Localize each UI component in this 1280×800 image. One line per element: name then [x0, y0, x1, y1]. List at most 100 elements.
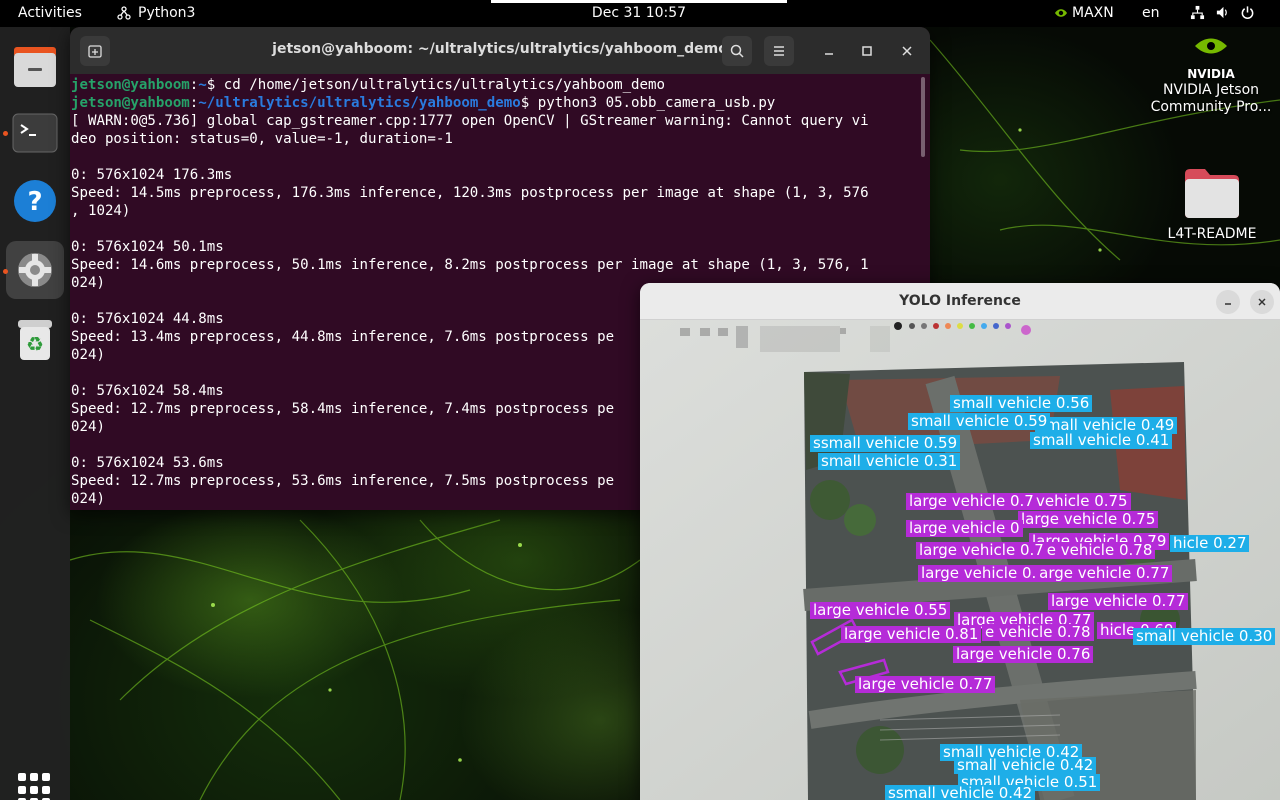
large-vehicle-label: vehicle 0.75	[1033, 493, 1131, 510]
large-vehicle-label: large vehicle 0	[906, 520, 1023, 537]
search-icon	[730, 44, 744, 58]
terminal-line: 0: 576x1024 50.1ms	[71, 239, 224, 255]
prompt-user: jetson@yahboom	[71, 77, 190, 93]
small-vehicle-label: small vehicle 0.59	[908, 413, 1051, 430]
minimize-icon	[825, 53, 833, 55]
svg-text:NVIDIA: NVIDIA	[1187, 67, 1235, 81]
show-applications-button[interactable]	[18, 773, 52, 800]
terminal-title: jetson@yahboom: ~/ultralytics/ultralytic…	[272, 41, 728, 57]
terminal-line: 0: 576x1024 176.3ms	[71, 167, 233, 183]
clock: Dec 31 10:57	[591, 5, 687, 21]
python-app-icon	[117, 6, 131, 20]
prompt-path: ~	[198, 77, 207, 93]
maximize-button[interactable]	[852, 36, 882, 66]
network-wired-icon	[1190, 5, 1205, 20]
prompt-path: ~/ultralytics/ultralytics/yahboom_demo	[198, 95, 521, 111]
search-button[interactable]	[722, 36, 752, 66]
svg-text:♻: ♻	[26, 332, 44, 356]
camera-frame: small vehicle 0.56 small vehicle 0.49 smal…	[640, 320, 1280, 800]
small-vehicle-label: small vehicle 0.41	[1030, 432, 1173, 449]
power-mode-label: MAXN	[1072, 5, 1114, 21]
new-tab-icon	[88, 45, 102, 58]
terminal-line: Speed: 14.6ms preprocess, 50.1ms inferen…	[71, 257, 869, 273]
prompt-user: jetson@yahboom	[71, 95, 190, 111]
folder-icon	[1185, 169, 1239, 218]
top-bar: Activities Python3 Dec 31 10:57 MAXN en	[0, 0, 1280, 27]
app-menu[interactable]: Python3	[116, 5, 195, 21]
trash-icon: ♻	[18, 320, 52, 360]
dock-settings[interactable]	[6, 241, 64, 299]
large-vehicle-label: large vehicle 0.7	[916, 542, 1047, 559]
close-button[interactable]	[892, 36, 922, 66]
yolo-titlebar[interactable]: YOLO Inference	[640, 283, 1280, 320]
hamburger-menu-icon	[774, 46, 784, 56]
small-vehicle-label: small vehicle 0.42	[954, 757, 1097, 774]
large-vehicle-label: large vehicle 0.	[918, 565, 1040, 582]
nvidia-logo-icon: NVIDIA	[1187, 38, 1235, 81]
large-vehicle-label: large vehicle 0.55	[810, 602, 951, 619]
large-vehicle-label: large vehicle 0.77	[1032, 565, 1173, 582]
small-vehicle-label: ssmall vehicle 0.42	[885, 785, 1036, 800]
terminal-line: , 1024)	[71, 203, 131, 219]
dock-trash[interactable]: ♻	[6, 311, 64, 369]
small-vehicle-label: hicle 0.27	[1170, 535, 1250, 552]
small-vehicle-label: small vehicle 0.31	[818, 453, 961, 470]
close-icon	[902, 46, 912, 56]
volume-icon	[1216, 6, 1227, 19]
dock-help[interactable]: ?	[6, 172, 64, 230]
dock-terminal[interactable]	[6, 104, 64, 162]
help-icon: ?	[14, 180, 56, 222]
large-vehicle-label: large vehicle 0.76	[953, 646, 1094, 663]
large-vehicle-label: large vehicle 0.79	[906, 493, 1047, 510]
menu-button[interactable]	[764, 36, 794, 66]
minimize-icon	[1225, 303, 1231, 305]
large-vehicle-label: large vehicle 0.77	[1048, 593, 1189, 610]
small-vehicle-label: small vehicle 0.56	[950, 395, 1093, 412]
terminal-line: jetson@yahboom:~$ cd /home/jetson/ultral…	[71, 76, 930, 94]
new-tab-button[interactable]	[80, 36, 110, 66]
notification-strip	[491, 0, 787, 3]
running-indicator-settings	[3, 269, 8, 274]
large-vehicle-label: e vehicle 0.78	[982, 624, 1094, 641]
terminal-titlebar[interactable]: jetson@yahboom: ~/ultralytics/ultralytic…	[70, 27, 930, 74]
terminal-icon	[12, 113, 58, 153]
dock-files[interactable]	[6, 38, 64, 96]
svg-text:?: ?	[27, 187, 42, 217]
minimize-button[interactable]	[814, 36, 844, 66]
nvidia-shortcut-label: NVIDIA Jetson Community Pro...	[1150, 82, 1272, 115]
dock: ? ♻	[0, 27, 70, 800]
yolo-minimize-button[interactable]	[1216, 290, 1240, 314]
system-tray[interactable]	[1190, 5, 1255, 20]
yolo-close-button[interactable]	[1250, 290, 1274, 314]
camera-image	[640, 320, 1280, 800]
terminal-scrollbar[interactable]	[921, 77, 925, 157]
large-vehicle-label: large vehicle 0.77	[855, 676, 996, 693]
small-vehicle-label: ssmall vehicle 0.59	[810, 435, 961, 452]
app-menu-label: Python3	[138, 5, 196, 21]
power-mode-indicator[interactable]: MAXN	[1054, 5, 1114, 21]
small-vehicle-label: small vehicle 0.30	[1133, 628, 1276, 645]
terminal-line: deo position: status=0, value=-1, durati…	[71, 131, 453, 147]
power-icon	[1241, 6, 1254, 19]
maximize-icon	[862, 46, 872, 56]
desktop-l4t-readme-folder[interactable]: L4T-README	[1160, 166, 1264, 243]
prompt-command: $ python3 05.obb_camera_usb.py	[520, 95, 776, 111]
terminal-line: Speed: 14.5ms preprocess, 176.3ms infere…	[71, 185, 869, 201]
terminal-line: jetson@yahboom:~/ultralytics/ultralytics…	[71, 94, 930, 112]
gear-icon	[18, 253, 52, 287]
close-icon	[1258, 298, 1266, 306]
file-cabinet-icon	[14, 47, 56, 87]
prompt-command: $ cd /home/jetson/ultralytics/ultralytic…	[206, 77, 665, 93]
clock-area[interactable]: Dec 31 10:57	[491, 0, 787, 27]
yolo-inference-window[interactable]: YOLO Inference small vehicle 0.56 small …	[640, 283, 1280, 800]
desktop-nvidia-shortcut[interactable]: NVIDIA NVIDIA Jetson Community Pro...	[1146, 34, 1276, 116]
terminal-line: [ WARN:0@5.736] global cap_gstreamer.cpp…	[71, 113, 869, 129]
language-indicator[interactable]: en	[1142, 5, 1160, 21]
nvidia-eye-icon	[1055, 9, 1067, 17]
large-vehicle-label: large vehicle 0.75	[1018, 511, 1159, 528]
activities-button[interactable]: Activities	[18, 5, 82, 21]
yolo-window-title: YOLO Inference	[899, 293, 1021, 309]
folder-label: L4T-README	[1167, 226, 1257, 242]
